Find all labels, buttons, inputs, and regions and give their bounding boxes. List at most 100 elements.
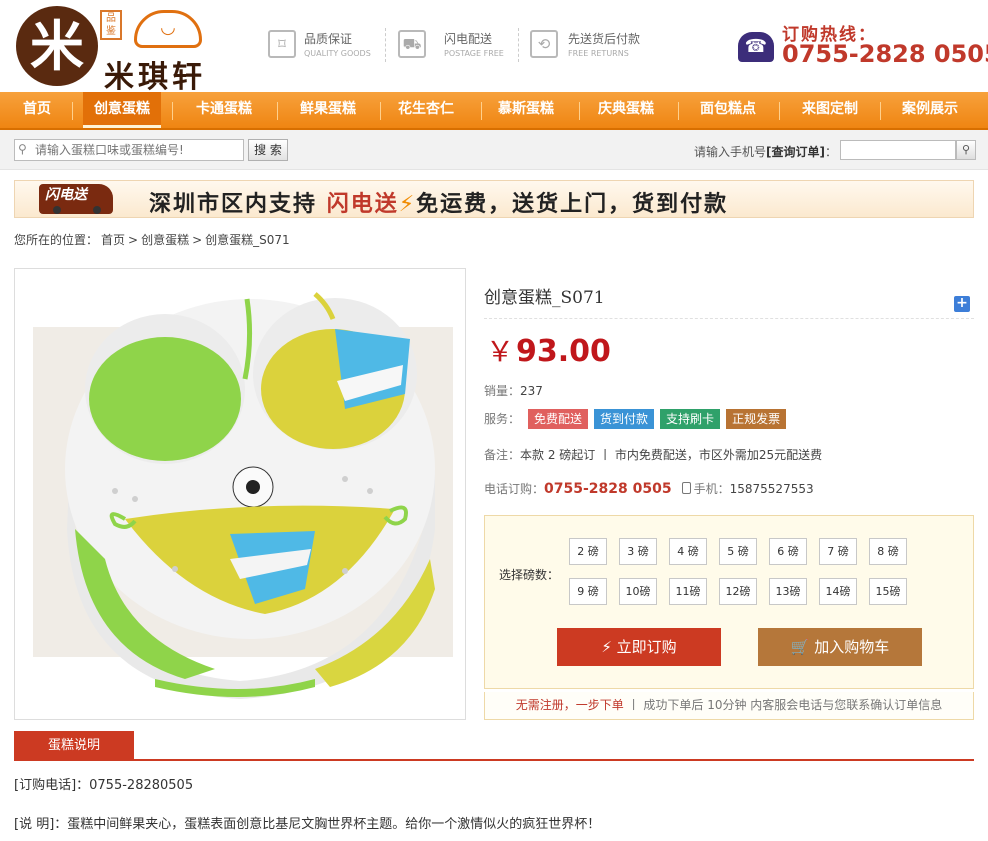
phone-order-row: 电话订购：0755-2828 0505 手机：15875527553 bbox=[484, 480, 814, 497]
promise-title: 品质保证 bbox=[304, 32, 353, 46]
divider bbox=[481, 102, 482, 120]
main-nav: 首页 创意蛋糕 卡通蛋糕 鲜果蛋糕 花生杏仁 慕斯蛋糕 庆典蛋糕 面包糕点 来图… bbox=[0, 92, 988, 130]
note-row: 备注：本款 2 磅起订 丨 市内免费配送，市区外需加25元配送费 bbox=[484, 446, 822, 463]
phone-order-label: 电话订购： bbox=[484, 482, 545, 496]
service-tag-cash-on-delivery: 货到付款 bbox=[594, 409, 655, 429]
size-option[interactable]: 10磅 bbox=[619, 578, 657, 605]
promise-title: 先送货后付款 bbox=[568, 32, 641, 46]
nav-item-cases[interactable]: 案例展示 bbox=[888, 92, 972, 128]
banner-text: 深圳市区内支持 闪电送⚡免运费，送货上门，货到付款 bbox=[149, 186, 728, 218]
banner-text-part: 深圳市区内支持 bbox=[149, 192, 318, 217]
divider bbox=[72, 102, 73, 120]
breadcrumb-link-home[interactable]: 首页 bbox=[101, 233, 125, 247]
size-option[interactable]: 15磅 bbox=[869, 578, 907, 605]
nav-item-celebration-cakes[interactable]: 庆典蛋糕 bbox=[584, 92, 668, 128]
site-logo[interactable]: 米 品鉴 ◡ 米琪轩 bbox=[16, 6, 221, 95]
banner-text-highlight: 闪电送 bbox=[326, 192, 399, 217]
size-option[interactable]: 5 磅 bbox=[719, 538, 757, 565]
nav-item-creative-cakes[interactable]: 创意蛋糕 bbox=[83, 92, 161, 128]
buy-now-button[interactable]: ⚡ 立即订购 bbox=[557, 628, 721, 666]
add-to-cart-button[interactable]: 🛒 加入购物车 bbox=[758, 628, 922, 666]
nav-item-peanut-almond[interactable]: 花生杏仁 bbox=[384, 92, 468, 128]
size-option[interactable]: 13磅 bbox=[769, 578, 807, 605]
size-option[interactable]: 14磅 bbox=[819, 578, 857, 605]
product-price: ￥93.00 bbox=[486, 330, 611, 370]
divider bbox=[880, 102, 881, 120]
breadcrumb-prefix: 您所在的位置： bbox=[14, 233, 99, 247]
size-option[interactable]: 3 磅 bbox=[619, 538, 657, 565]
nav-item-cartoon-cakes[interactable]: 卡通蛋糕 bbox=[182, 92, 266, 128]
size-option[interactable]: 6 磅 bbox=[769, 538, 807, 565]
bookmark-icon: ⌑ bbox=[268, 30, 296, 58]
size-option[interactable]: 12磅 bbox=[719, 578, 757, 605]
order-note: 无需注册，一步下单 丨 成功下单后 10分钟 内客服会电话与您联系确认订单信息 bbox=[484, 692, 974, 720]
breadcrumb-link-category[interactable]: 创意蛋糕 bbox=[141, 233, 189, 247]
telephone-icon: ☎ bbox=[738, 32, 774, 62]
wheel-icon bbox=[53, 206, 61, 214]
order-lookup-link[interactable]: [查询订单] bbox=[766, 145, 825, 159]
size-option[interactable]: 4 磅 bbox=[669, 538, 707, 565]
nav-item-custom-order[interactable]: 来图定制 bbox=[788, 92, 872, 128]
site-header: 米 品鉴 ◡ 米琪轩 ⌑ 品质保证 QUALITY GOODS ⛟ 闪电配送 P… bbox=[0, 0, 988, 95]
breadcrumb-current: 创意蛋糕_S071 bbox=[205, 233, 290, 247]
size-option[interactable]: 11磅 bbox=[669, 578, 707, 605]
size-option[interactable]: 2 磅 bbox=[569, 538, 607, 565]
divider bbox=[172, 102, 173, 120]
truck-icon: ⛟ bbox=[398, 30, 426, 58]
lightning-icon: ⚡ bbox=[601, 638, 617, 656]
add-favorite-icon[interactable]: + bbox=[954, 296, 970, 312]
logo-mark: 米 bbox=[16, 6, 98, 86]
description-line: [说 明]：蛋糕中间鲜果夹心，蛋糕表面创意比基尼文胸世界杯主题。给你一个激情似火… bbox=[14, 817, 601, 832]
breadcrumb-separator: > bbox=[192, 233, 203, 247]
order-note-text: 丨 成功下单后 10分钟 内客服会电话与您联系确认订单信息 bbox=[627, 698, 943, 712]
nav-item-fruit-cakes[interactable]: 鲜果蛋糕 bbox=[286, 92, 370, 128]
breadcrumb-separator: > bbox=[128, 233, 139, 247]
hotline: ☎ 订购热线： 0755-2828 0505 bbox=[738, 16, 988, 72]
brand-name: 米琪轩 bbox=[104, 60, 206, 95]
logo-stamp: 品鉴 bbox=[100, 10, 122, 40]
service-row: 服务： 免费配送 货到付款 支持刷卡 正规发票 bbox=[484, 409, 792, 429]
promise-payment: ⟲ 先送货后付款 FREE RETURNS bbox=[530, 26, 660, 64]
add-to-cart-label: 加入购物车 bbox=[814, 638, 890, 656]
search-bar: ⚲ 搜 索 请输入手机号[查询订单]： ⚲ bbox=[0, 130, 988, 170]
sales-row: 销量：237 bbox=[484, 382, 543, 399]
phone-order-number: 0755-2828 0505 bbox=[544, 481, 672, 497]
note-text: 本款 2 磅起订 丨 市内免费配送，市区外需加25元配送费 bbox=[520, 448, 823, 462]
breadcrumb: 您所在的位置： 首页 > 创意蛋糕 > 创意蛋糕_S071 bbox=[14, 231, 293, 248]
nav-item-home[interactable]: 首页 bbox=[10, 92, 64, 128]
hotline-number: 0755-2828 0505 bbox=[782, 40, 988, 68]
divider bbox=[380, 102, 381, 120]
sales-label: 销量： bbox=[484, 384, 521, 398]
promise-delivery: ⛟ 闪电配送 POSTAGE FREE bbox=[398, 26, 508, 64]
size-option[interactable]: 8 磅 bbox=[869, 538, 907, 565]
return-icon: ⟲ bbox=[530, 30, 558, 58]
nav-item-mousse-cakes[interactable]: 慕斯蛋糕 bbox=[484, 92, 568, 128]
order-phone-line: [订购电话]：0755-28280505 bbox=[14, 778, 194, 793]
size-option[interactable]: 9 磅 bbox=[569, 578, 607, 605]
nav-item-bread-pastry[interactable]: 面包糕点 bbox=[686, 92, 770, 128]
badge-label: 闪电送 bbox=[45, 187, 87, 203]
service-label: 服务： bbox=[484, 412, 521, 426]
tab-cake-description[interactable]: 蛋糕说明 bbox=[14, 731, 134, 761]
price-value: 93.00 bbox=[516, 334, 611, 369]
mobile-phone-icon bbox=[681, 482, 691, 494]
cart-icon: 🛒 bbox=[790, 638, 815, 656]
service-tag-invoice: 正规发票 bbox=[726, 409, 787, 429]
product-title: 创意蛋糕_S071 bbox=[484, 288, 605, 308]
order-lookup-text: 请输入手机号 bbox=[694, 145, 767, 159]
wheel-icon bbox=[93, 206, 101, 214]
search-button[interactable]: 搜 索 bbox=[248, 139, 288, 161]
order-lookup-colon: ： bbox=[825, 145, 838, 159]
search-input[interactable] bbox=[35, 142, 240, 158]
order-search-icon[interactable]: ⚲ bbox=[956, 140, 976, 160]
divider bbox=[277, 102, 278, 120]
sales-count: 237 bbox=[520, 384, 543, 398]
phone-number-input[interactable] bbox=[840, 140, 956, 160]
service-tag-free-delivery: 免费配送 bbox=[528, 409, 589, 429]
description-tabbar: 蛋糕说明 bbox=[14, 731, 974, 761]
lightning-icon: ⚡ bbox=[398, 192, 417, 217]
divider bbox=[385, 28, 386, 62]
product-image[interactable] bbox=[14, 268, 466, 720]
size-option[interactable]: 7 磅 bbox=[819, 538, 857, 565]
promise-subtitle: POSTAGE FREE bbox=[444, 49, 504, 58]
